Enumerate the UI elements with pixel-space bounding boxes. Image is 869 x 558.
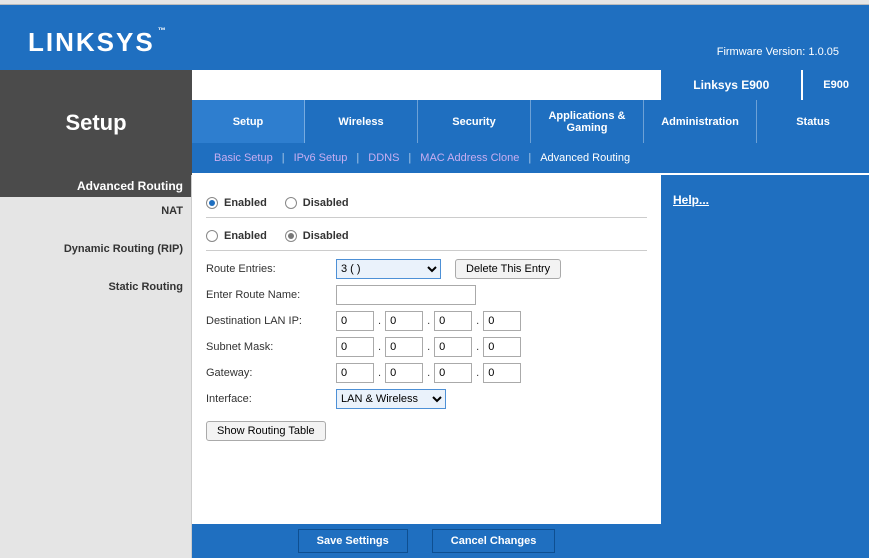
ip-dot: .: [476, 315, 479, 327]
destination-ip-label: Destination LAN IP:: [206, 315, 336, 327]
nat-radio-row: Enabled Disabled: [206, 193, 647, 218]
left-item-static-routing: Static Routing: [0, 273, 191, 297]
gw-4[interactable]: [483, 363, 521, 383]
nat-enabled-label: Enabled: [224, 197, 267, 209]
route-name-row: Enter Route Name:: [206, 285, 647, 305]
mask-4[interactable]: [483, 337, 521, 357]
product-row: Linksys E900 E900: [192, 70, 869, 100]
trademark-icon: ™: [158, 27, 168, 35]
interface-label: Interface:: [206, 393, 336, 405]
subtab-basic-setup[interactable]: Basic Setup: [214, 152, 273, 164]
subtab-ddns[interactable]: DDNS: [368, 152, 399, 164]
dst-ip-2[interactable]: [385, 311, 423, 331]
product-tag: E900: [803, 70, 869, 100]
subtab-sep: |: [356, 152, 359, 164]
nat-enabled-radio[interactable]: Enabled: [206, 197, 267, 209]
nav-right: Linksys E900 E900 Setup Wireless Securit…: [192, 70, 869, 175]
left-item-rip: Dynamic Routing (RIP): [0, 235, 191, 259]
radio-dot-icon: [285, 230, 297, 242]
rip-radio-row: Enabled Disabled: [206, 226, 647, 251]
route-entries-select[interactable]: 3 ( ): [336, 259, 441, 279]
ip-dot: .: [378, 367, 381, 379]
route-entries-row: Route Entries: 3 ( ) Delete This Entry: [206, 259, 647, 279]
cancel-button[interactable]: Cancel Changes: [432, 529, 556, 553]
left-section-title: Advanced Routing: [0, 175, 191, 197]
header: LINKSYS ™ Firmware Version: 1.0.05: [0, 5, 869, 70]
tab-security[interactable]: Security: [418, 100, 531, 143]
ip-dot: .: [427, 367, 430, 379]
dst-ip-4[interactable]: [483, 311, 521, 331]
tab-wireless[interactable]: Wireless: [305, 100, 418, 143]
main-panel: Enabled Disabled Enabled Disabled Route …: [192, 175, 661, 558]
route-entries-label: Route Entries:: [206, 263, 336, 275]
subtab-advanced-routing[interactable]: Advanced Routing: [540, 152, 630, 164]
interface-select[interactable]: LAN & Wireless: [336, 389, 446, 409]
ip-dot: .: [378, 341, 381, 353]
radio-dot-icon: [285, 197, 297, 209]
radio-dot-icon: [206, 230, 218, 242]
show-routing-table-button[interactable]: Show Routing Table: [206, 421, 326, 441]
subtab-sep: |: [408, 152, 411, 164]
tab-apps-gaming[interactable]: Applications & Gaming: [531, 100, 644, 143]
product-name: Linksys E900: [661, 70, 801, 100]
subtab-mac-clone[interactable]: MAC Address Clone: [420, 152, 519, 164]
brand-text: LINKSYS: [28, 27, 155, 58]
sub-tabs: Basic Setup | IPv6 Setup | DDNS | MAC Addre…: [192, 143, 869, 173]
ip-dot: .: [427, 341, 430, 353]
gateway-row: Gateway: . . .: [206, 363, 647, 383]
left-item-nat: NAT: [0, 197, 191, 221]
right-column: Help...: [661, 175, 869, 558]
mask-2[interactable]: [385, 337, 423, 357]
tab-setup[interactable]: Setup: [192, 100, 305, 143]
button-bar: Save Settings Cancel Changes: [192, 524, 661, 558]
nav-band: Setup Linksys E900 E900 Setup Wireless S…: [0, 70, 869, 175]
route-name-input[interactable]: [336, 285, 476, 305]
gw-1[interactable]: [336, 363, 374, 383]
gw-2[interactable]: [385, 363, 423, 383]
mask-3[interactable]: [434, 337, 472, 357]
destination-ip-row: Destination LAN IP: . . .: [206, 311, 647, 331]
gateway-label: Gateway:: [206, 367, 336, 379]
firmware-version: Firmware Version: 1.0.05: [717, 46, 839, 58]
radio-dot-icon: [206, 197, 218, 209]
rip-enabled-radio[interactable]: Enabled: [206, 230, 267, 242]
gw-3[interactable]: [434, 363, 472, 383]
nat-disabled-radio[interactable]: Disabled: [285, 197, 349, 209]
subnet-mask-label: Subnet Mask:: [206, 341, 336, 353]
tab-status[interactable]: Status: [757, 100, 869, 143]
mask-1[interactable]: [336, 337, 374, 357]
help-link[interactable]: Help...: [673, 193, 709, 207]
subtab-sep: |: [528, 152, 531, 164]
routing-table-row: Show Routing Table: [206, 421, 647, 441]
route-name-label: Enter Route Name:: [206, 289, 336, 301]
ip-dot: .: [476, 367, 479, 379]
dst-ip-3[interactable]: [434, 311, 472, 331]
main-tabs: Setup Wireless Security Applications & G…: [192, 100, 869, 143]
dst-ip-1[interactable]: [336, 311, 374, 331]
rip-disabled-radio[interactable]: Disabled: [285, 230, 349, 242]
brand-logo: LINKSYS ™: [28, 27, 168, 58]
rip-disabled-label: Disabled: [303, 230, 349, 242]
save-button[interactable]: Save Settings: [298, 529, 408, 553]
delete-entry-button[interactable]: Delete This Entry: [455, 259, 561, 279]
left-column: Advanced Routing NAT Dynamic Routing (RI…: [0, 175, 192, 558]
tab-administration[interactable]: Administration: [644, 100, 757, 143]
subtab-sep: |: [282, 152, 285, 164]
subtab-ipv6-setup[interactable]: IPv6 Setup: [294, 152, 348, 164]
subnet-mask-row: Subnet Mask: . . .: [206, 337, 647, 357]
ip-dot: .: [378, 315, 381, 327]
interface-row: Interface: LAN & Wireless: [206, 389, 647, 409]
section-title-box: Setup: [0, 70, 192, 175]
nat-disabled-label: Disabled: [303, 197, 349, 209]
rip-enabled-label: Enabled: [224, 230, 267, 242]
ip-dot: .: [476, 341, 479, 353]
ip-dot: .: [427, 315, 430, 327]
content: Advanced Routing NAT Dynamic Routing (RI…: [0, 175, 869, 558]
